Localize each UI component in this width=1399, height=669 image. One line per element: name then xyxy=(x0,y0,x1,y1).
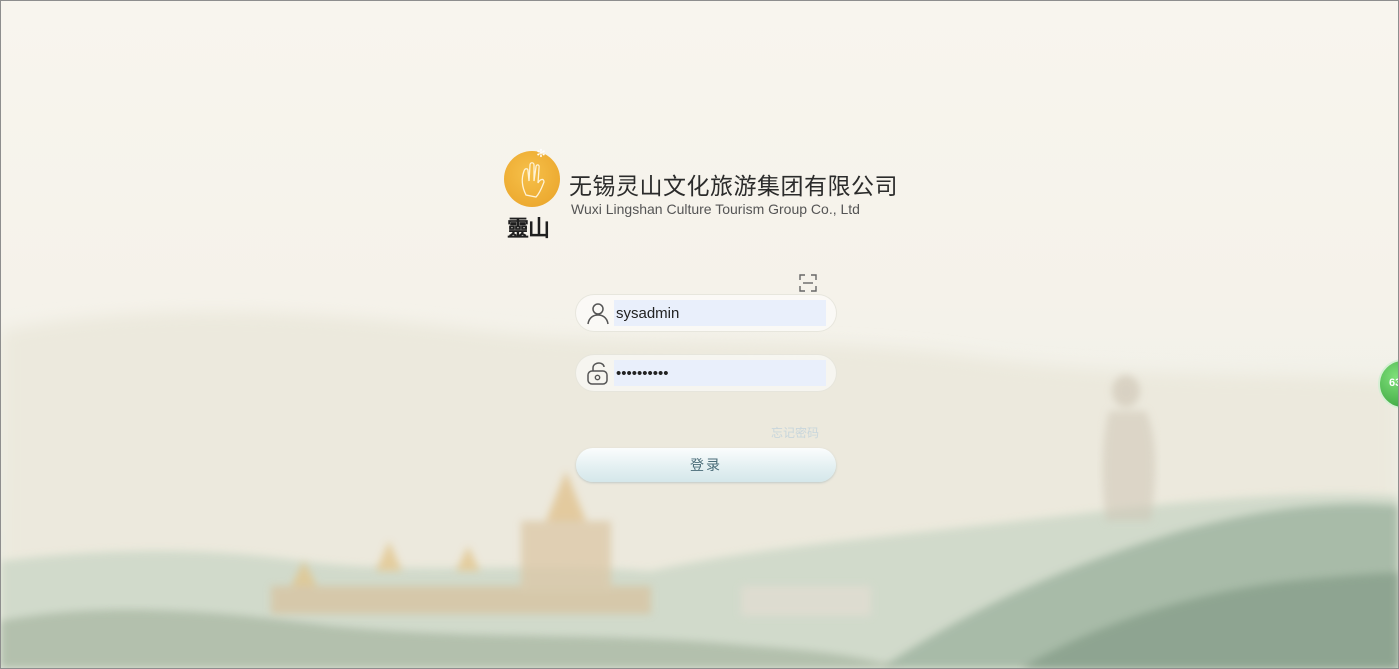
username-input[interactable] xyxy=(614,300,826,326)
login-button[interactable]: 登录 xyxy=(576,448,836,482)
unlock-icon xyxy=(587,362,608,385)
logo-emblem xyxy=(504,151,560,207)
company-name-chinese: 无锡灵山文化旅游集团有限公司 xyxy=(569,174,898,200)
logo-calligraphy: 靈山 xyxy=(507,216,550,242)
lotus-icon: ✻ xyxy=(536,147,546,160)
forgot-password-link[interactable]: 忘记密码 xyxy=(771,424,819,441)
company-name-english: Wuxi Lingshan Culture Tourism Group Co.,… xyxy=(571,201,860,217)
landscape-background xyxy=(1,312,1398,668)
scan-qr-icon[interactable] xyxy=(799,274,817,292)
username-field xyxy=(576,295,836,331)
hand-icon xyxy=(521,162,545,198)
side-widget-value: 63 xyxy=(1389,377,1398,389)
password-field xyxy=(576,355,836,391)
password-input[interactable] xyxy=(614,360,826,386)
login-page: ✻ 靈山 无锡灵山文化旅游集团有限公司 Wuxi Lingshan Cultur… xyxy=(0,0,1399,669)
user-icon xyxy=(587,303,609,325)
